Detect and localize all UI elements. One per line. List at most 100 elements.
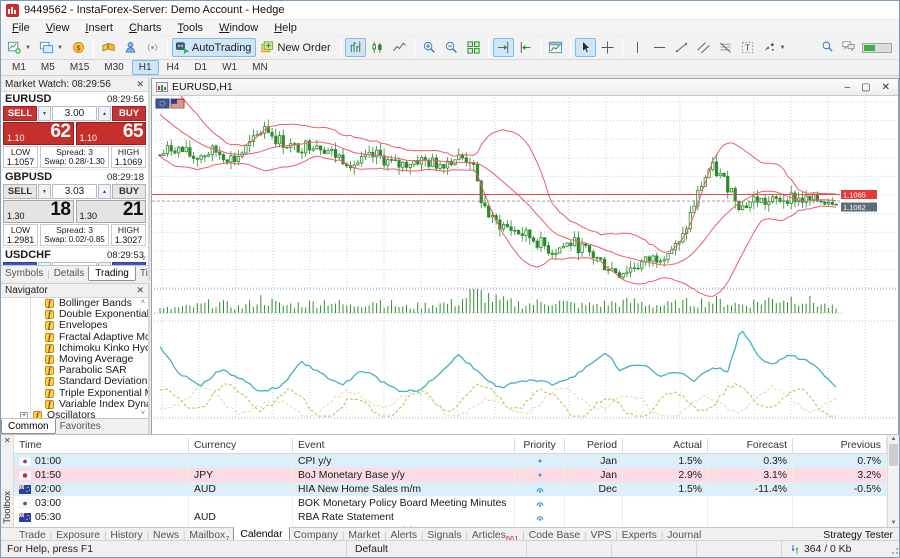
menu-charts[interactable]: Charts <box>121 21 169 35</box>
tree-item-standard-deviation[interactable]: fStandard Deviation <box>1 376 148 387</box>
volume-input[interactable]: 3.00 <box>52 106 97 121</box>
tree-item-parabolic-sar[interactable]: fParabolic SAR <box>1 365 148 376</box>
timeframe-M15[interactable]: M15 <box>63 60 96 75</box>
profiles-button[interactable]: ▼ <box>36 38 67 57</box>
autotrading-button[interactable]: AutoTrading <box>172 38 257 57</box>
zoom-in-button[interactable] <box>419 38 440 57</box>
calendar-table: TimeCurrencyEventPriorityPeriodActualFor… <box>14 435 887 527</box>
time-cell: 03:00 <box>14 496 189 510</box>
chart-maximize-button[interactable]: ▢ <box>861 82 870 93</box>
symbol-name-row[interactable]: USDCHF08:29:53 <box>1 248 148 262</box>
tab-details[interactable]: Details <box>50 267 89 280</box>
tab-trading[interactable]: Trading <box>88 266 136 281</box>
text-label-button[interactable]: T <box>737 38 758 57</box>
market-watch-button[interactable] <box>98 38 119 57</box>
menu-help[interactable]: Help <box>266 21 305 35</box>
equidistant-channel-button[interactable] <box>693 38 714 57</box>
tree-item-ichimoku-kinko-hyo[interactable]: fIchimoku Kinko Hyo <box>1 343 148 354</box>
timeframe-H4[interactable]: H4 <box>160 60 187 75</box>
timeframe-M30[interactable]: M30 <box>97 60 130 75</box>
calendar-row[interactable]: 01:50JPYBoJ Monetary Base y/yJan2.9%3.1%… <box>14 468 887 482</box>
scroll-down-icon[interactable]: ▼ <box>888 520 899 526</box>
indicators-button[interactable] <box>545 38 566 57</box>
market-watch-scroll-icon[interactable]: ˅ <box>141 254 146 263</box>
line-chart-icon <box>392 40 407 55</box>
horizontal-line-button[interactable] <box>649 38 670 57</box>
navigator-close-icon[interactable]: ✕ <box>136 285 144 296</box>
chart-minimize-button[interactable]: – <box>845 82 851 93</box>
toolbar-separator <box>622 39 623 57</box>
tree-item-triple-exponential-m[interactable]: fTriple Exponential M <box>1 388 148 399</box>
calendar-row[interactable]: 02:00AUDHIA New Home Sales m/mDec1.5%-11… <box>14 482 887 496</box>
cursor-button[interactable] <box>575 38 596 57</box>
volume-up-icon[interactable]: ▲ <box>98 184 111 199</box>
volume-input[interactable]: 3.03 <box>52 184 97 199</box>
tree-item-moving-average[interactable]: fMoving Average <box>1 354 148 365</box>
chart-close-button[interactable]: ✕ <box>882 82 890 93</box>
menu-view[interactable]: View <box>38 21 78 35</box>
resize-grip[interactable] <box>890 548 898 556</box>
toolbar-group: AutoTradingNew Order <box>172 38 336 57</box>
auto-scroll-button[interactable] <box>493 38 514 57</box>
vertical-line-button[interactable] <box>627 38 648 57</box>
search-icon[interactable] <box>820 39 835 57</box>
menu-window[interactable]: Window <box>211 21 266 35</box>
volume-dropdown-icon[interactable]: ▼ <box>38 184 51 199</box>
calendar-row[interactable]: 03:00BOK Monetary Policy Board Meeting M… <box>14 496 887 510</box>
tree-item-envelopes[interactable]: fEnvelopes <box>1 320 148 331</box>
buy-button[interactable]: BUY <box>112 184 146 199</box>
tree-item-variable-index-dyna[interactable]: fVariable Index Dyna <box>1 399 148 410</box>
tab-favorites[interactable]: Favorites <box>56 420 105 433</box>
deposit-button[interactable]: $ <box>68 38 89 57</box>
calendar-scrollbar[interactable]: ▲ ▼ <box>887 435 899 527</box>
timeframe-M1[interactable]: M1 <box>5 60 33 75</box>
chat-icon[interactable] <box>841 39 856 57</box>
line-chart-button[interactable] <box>389 38 410 57</box>
tab-symbols[interactable]: Symbols <box>1 267 47 280</box>
timeframe-M5[interactable]: M5 <box>34 60 62 75</box>
tree-item-double-exponential[interactable]: fDouble Exponential <box>1 309 148 320</box>
tree-item-fractal-adaptive-mo[interactable]: fFractal Adaptive Mo <box>1 332 148 343</box>
symbol-name-row[interactable]: EURUSD08:29:56 <box>1 92 148 106</box>
tab-ticks[interactable]: Ticks <box>136 267 148 280</box>
new-order-button[interactable]: New Order <box>257 38 335 57</box>
fibonacci-button[interactable] <box>715 38 736 57</box>
price-chart[interactable]: 1.10651.1062 <box>152 96 898 434</box>
new-chart-button[interactable]: ▼ <box>4 38 35 57</box>
menu-insert[interactable]: Insert <box>77 21 121 35</box>
timeframe-D1[interactable]: D1 <box>187 60 214 75</box>
timeframe-H1[interactable]: H1 <box>132 60 159 75</box>
tree-item-bollinger-bands[interactable]: fBollinger Bands <box>1 298 148 309</box>
timeframe-W1[interactable]: W1 <box>215 60 244 75</box>
zoom-out-button[interactable] <box>441 38 462 57</box>
volume-up-icon[interactable]: ▲ <box>98 106 111 121</box>
menu-tools[interactable]: Tools <box>169 21 211 35</box>
signals-button[interactable] <box>142 38 163 57</box>
menu-file[interactable]: File <box>4 21 38 35</box>
scroll-up-icon[interactable]: ▲ <box>888 436 899 442</box>
ask-figure: 1.10 <box>80 133 98 143</box>
chart-window-titlebar[interactable]: EURUSD,H1 – ▢ ✕ <box>152 79 898 96</box>
toolbox-close-icon[interactable]: ✕ <box>4 436 11 445</box>
calendar-row[interactable]: 05:30AUDRBA Rate Statement <box>14 510 887 524</box>
tab-common[interactable]: Common <box>1 419 56 434</box>
chart-shift-button[interactable] <box>515 38 536 57</box>
candlestick-chart-button[interactable] <box>367 38 388 57</box>
sell-button[interactable]: SELL <box>3 184 37 199</box>
bar-chart-button[interactable]: 1 <box>345 38 366 57</box>
market-watch-close-icon[interactable]: ✕ <box>136 79 144 90</box>
calendar-row[interactable]: 01:00CPI y/yJan1.5%0.3%0.7% <box>14 454 887 468</box>
buy-button[interactable]: BUY <box>112 106 146 121</box>
symbol-name-row[interactable]: GBPUSD08:29:18 <box>1 170 148 184</box>
trendline-button[interactable] <box>671 38 692 57</box>
scrollbar-thumb[interactable] <box>889 444 898 466</box>
timeframe-MN[interactable]: MN <box>245 60 275 75</box>
community-button[interactable] <box>120 38 141 57</box>
sell-button[interactable]: SELL <box>3 106 37 121</box>
crosshair-button[interactable] <box>597 38 618 57</box>
volume-dropdown-icon[interactable]: ▼ <box>38 106 51 121</box>
tile-windows-button[interactable] <box>463 38 484 57</box>
arrow-objects-button[interactable]: ▼ <box>759 38 790 57</box>
tree-item-oscillators[interactable]: +fOscillators <box>1 410 148 418</box>
navigator-panel: Navigator ✕ ˄ ˅ fBollinger BandsfDouble … <box>1 283 150 434</box>
